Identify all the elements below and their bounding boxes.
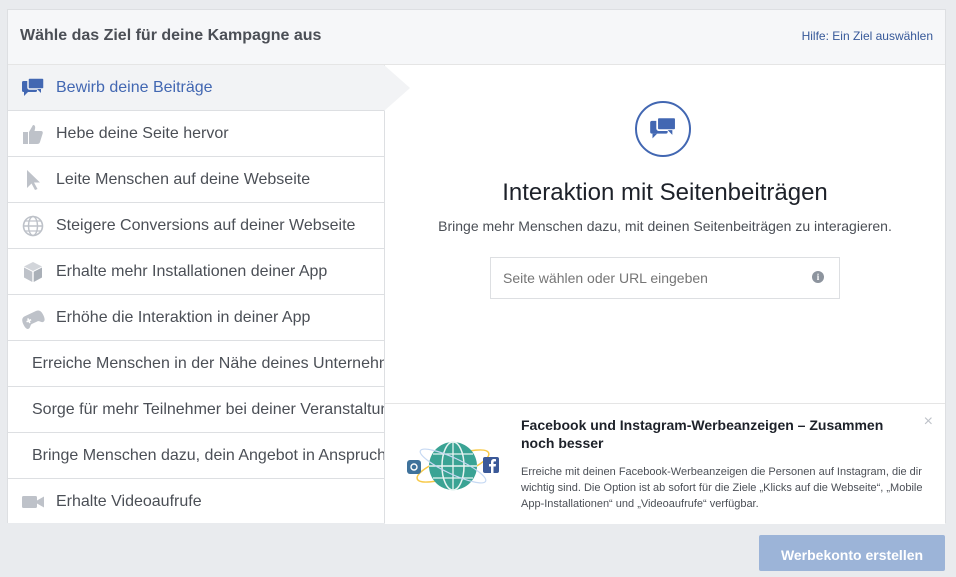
objective-label: Bewirb deine Beiträge	[56, 78, 213, 96]
objective-list: Bewirb deine Beiträge Hebe deine Seite h…	[8, 65, 410, 524]
promo-title: Facebook und Instagram-Werbeanzeigen – Z…	[521, 417, 884, 451]
promo-illustration	[407, 430, 499, 498]
thumbs-up-icon	[20, 121, 46, 147]
instagram-promo-banner: Facebook und Instagram-Werbeanzeigen – Z…	[385, 403, 945, 524]
dialog-header: Wähle das Ziel für deine Kampagne aus Hi…	[8, 10, 945, 65]
objective-item-event-responses[interactable]: Sorge für mehr Teilnehmer bei deiner Ver…	[8, 387, 384, 433]
objective-detail-panel: Interaktion mit Seitenbeiträgen Bringe m…	[385, 65, 945, 403]
close-icon[interactable]: ×	[924, 413, 933, 431]
info-icon[interactable]: i	[812, 271, 824, 283]
promo-text: Erreiche mit deinen Facebook-Werbeanzeig…	[521, 466, 923, 510]
objective-item-website-traffic[interactable]: Leite Menschen auf deine Webseite	[8, 157, 384, 203]
objective-label: Hebe deine Seite hervor	[56, 124, 229, 142]
globe-icon	[20, 213, 46, 239]
facebook-icon	[483, 457, 499, 473]
campaign-objective-dialog: Wähle das Ziel für deine Kampagne aus Hi…	[7, 9, 946, 524]
gamepad-icon	[20, 305, 46, 331]
objective-item-app-installs[interactable]: Erhalte mehr Installationen deiner App	[8, 249, 384, 295]
objective-label: Erhalte mehr Installationen deiner App	[56, 262, 328, 280]
video-camera-icon	[20, 489, 46, 515]
objective-title: Interaktion mit Seitenbeiträgen	[502, 179, 828, 206]
objective-label: Erhöhe die Interaktion in deiner App	[56, 308, 311, 326]
help-link[interactable]: Hilfe: Ein Ziel auswählen	[802, 29, 933, 43]
objective-item-promote-page[interactable]: Hebe deine Seite hervor	[8, 111, 384, 157]
objective-item-video-views[interactable]: Erhalte Videoaufrufe	[8, 479, 384, 524]
speech-bubbles-icon	[20, 75, 46, 101]
objective-label: Bringe Menschen dazu, dein Angebot in An…	[32, 446, 384, 464]
objective-description: Bringe mehr Menschen dazu, mit deinen Se…	[438, 218, 892, 234]
objective-item-local-awareness[interactable]: Erreiche Menschen in der Nähe deines Unt…	[8, 341, 384, 387]
dialog-title: Wähle das Ziel für deine Kampagne aus	[20, 27, 322, 44]
cube-icon	[20, 259, 46, 285]
page-url-input[interactable]	[490, 257, 840, 299]
objective-item-offer-claims[interactable]: Bringe Menschen dazu, dein Angebot in An…	[8, 433, 384, 479]
objective-item-conversions[interactable]: Steigere Conversions auf deiner Webseite	[8, 203, 384, 249]
objective-label: Erhalte Videoaufrufe	[56, 492, 202, 510]
speech-bubbles-icon	[635, 101, 691, 157]
active-indicator-arrow	[384, 65, 410, 111]
objective-label: Erreiche Menschen in der Nähe deines Unt…	[32, 354, 384, 372]
instagram-icon	[407, 460, 421, 474]
create-ad-account-button[interactable]: Werbekonto erstellen	[759, 535, 945, 571]
objective-label: Leite Menschen auf deine Webseite	[56, 170, 311, 188]
objective-label: Sorge für mehr Teilnehmer bei deiner Ver…	[32, 400, 384, 418]
objective-item-boost-posts[interactable]: Bewirb deine Beiträge	[8, 65, 410, 111]
objective-label: Steigere Conversions auf deiner Webseite	[56, 216, 356, 234]
cursor-icon	[20, 167, 46, 193]
objective-item-app-engagement[interactable]: Erhöhe die Interaktion in deiner App	[8, 295, 384, 341]
